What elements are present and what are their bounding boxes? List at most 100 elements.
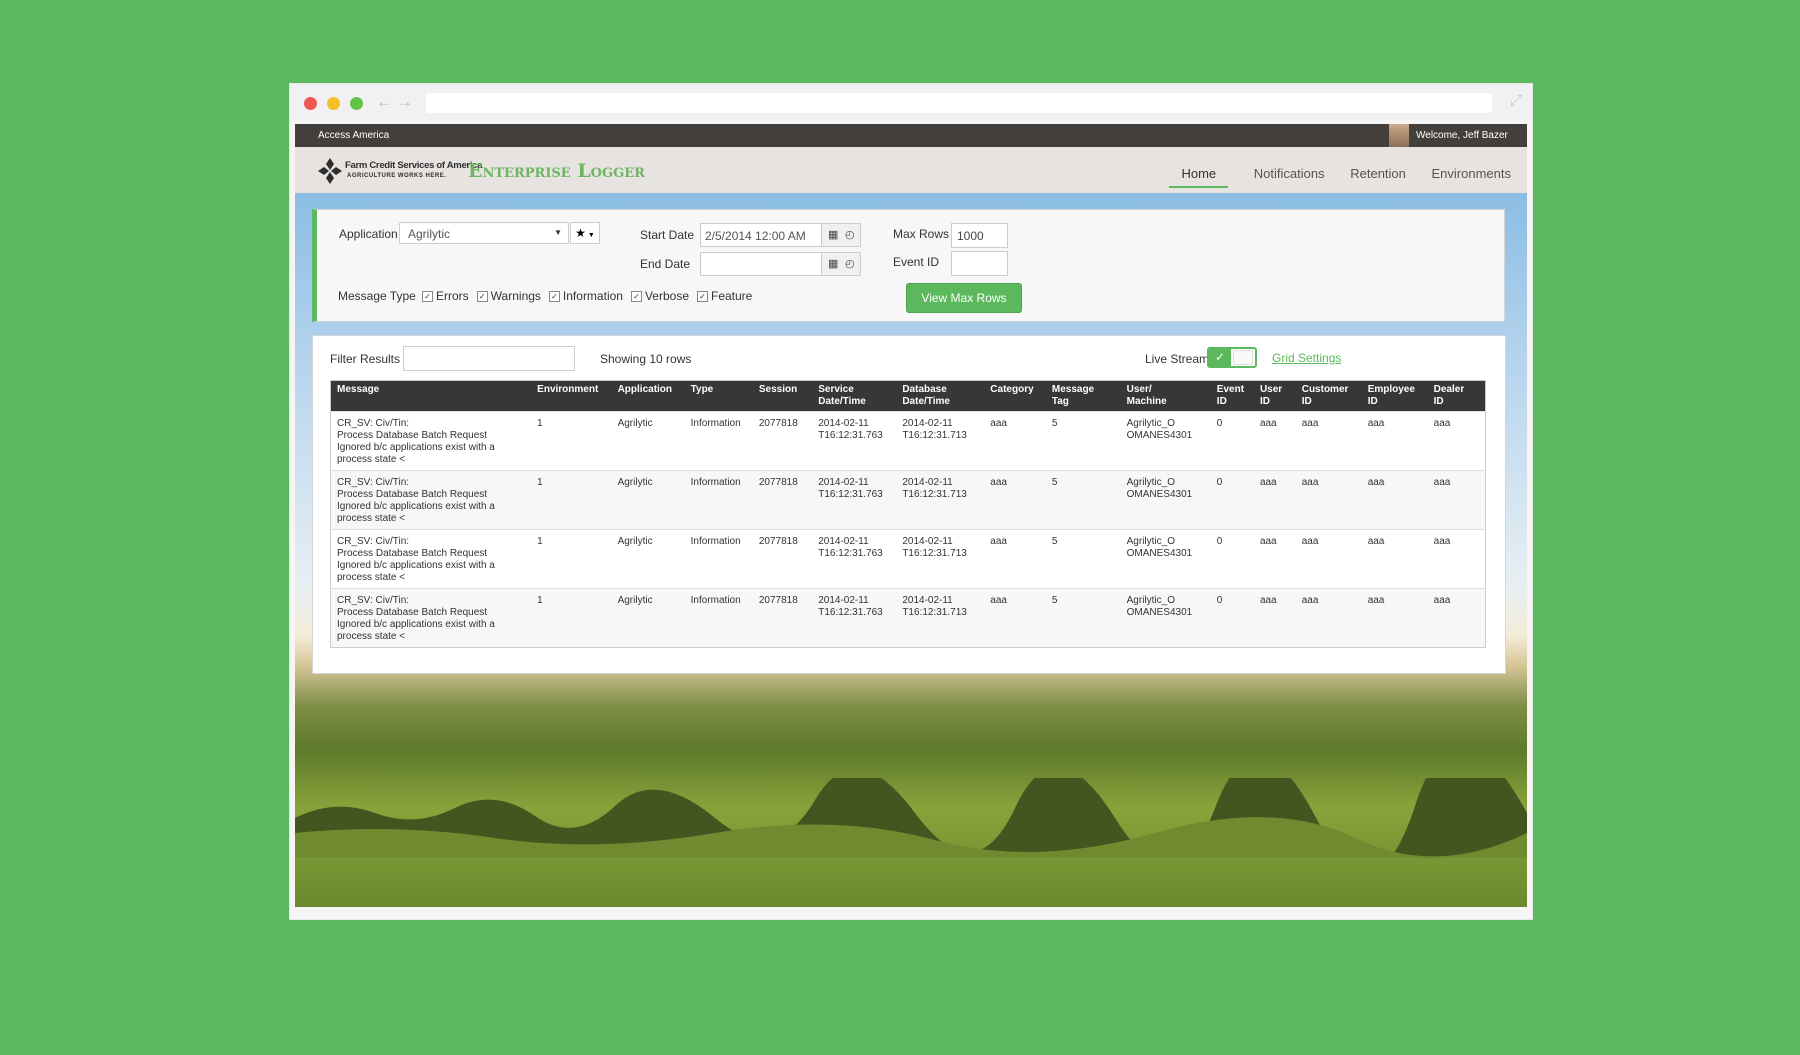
brand-link[interactable]: Access America — [318, 130, 389, 141]
column-type[interactable]: Type — [684, 380, 753, 412]
log-grid: Message Environment Application Type Ses… — [330, 380, 1486, 648]
feature-checkbox[interactable]: ✓ Feature — [697, 289, 752, 303]
cell-user-id: aaa — [1253, 588, 1296, 648]
expand-icon[interactable]: ⤢ — [1510, 92, 1522, 109]
column-customer-id[interactable]: Customer ID — [1295, 380, 1362, 412]
forward-arrow-icon[interactable]: → — [396, 92, 413, 112]
calendar-icon[interactable]: ▦ — [828, 257, 838, 270]
cell-type: Information — [684, 588, 753, 648]
cell-event-id: 0 — [1210, 588, 1254, 648]
cell-database-datetime: 2014-02-11 T16:12:31.713 — [896, 529, 985, 589]
clock-icon[interactable]: ◴ — [845, 257, 855, 270]
cell-category: aaa — [984, 470, 1046, 530]
column-application[interactable]: Application — [611, 380, 685, 412]
cell-message-tag: 5 — [1045, 411, 1121, 471]
application-select[interactable]: Agrilytic ▼ — [399, 222, 569, 244]
cell-dealer-id: aaa — [1427, 411, 1486, 471]
calendar-icon[interactable]: ▦ — [828, 228, 838, 241]
information-checkbox[interactable]: ✓ Information — [548, 289, 623, 303]
end-date-label: End Date — [640, 257, 691, 271]
event-id-input[interactable] — [951, 251, 1008, 276]
landscape-image — [295, 778, 1527, 858]
table-row[interactable]: CR_SV: Civ/Tin: Process Database Batch R… — [330, 411, 1486, 471]
live-stream-toggle[interactable]: ✓ — [1207, 347, 1257, 368]
nav-retention[interactable]: Retention — [1350, 166, 1406, 186]
cell-application: Agrilytic — [611, 411, 685, 471]
errors-checkbox[interactable]: ✓ Errors — [422, 289, 469, 303]
close-window-button[interactable] — [304, 97, 317, 110]
column-message[interactable]: Message — [330, 380, 532, 412]
grid-settings-link[interactable]: Grid Settings — [1272, 351, 1341, 365]
column-category[interactable]: Category — [984, 380, 1046, 412]
table-row[interactable]: CR_SV: Civ/Tin: Process Database Batch R… — [330, 529, 1486, 589]
column-dealer-id[interactable]: Dealer ID — [1427, 380, 1486, 412]
nav-notifications[interactable]: Notifications — [1254, 166, 1325, 186]
cell-database-datetime: 2014-02-11 T16:12:31.713 — [896, 588, 985, 648]
table-row[interactable]: CR_SV: Civ/Tin: Process Database Batch R… — [330, 588, 1486, 648]
filter-results-input[interactable] — [403, 346, 575, 371]
filter-results-label: Filter Results — [330, 352, 401, 366]
column-session[interactable]: Session — [752, 380, 813, 412]
maximize-window-button[interactable] — [350, 97, 363, 110]
logo-name: Farm Credit Services of America — [345, 160, 483, 171]
cell-employee-id: aaa — [1361, 470, 1428, 530]
back-arrow-icon[interactable]: ← — [376, 92, 393, 112]
cell-service-datetime: 2014-02-11 T16:12:31.763 — [812, 588, 897, 648]
cell-customer-id: aaa — [1295, 588, 1362, 648]
column-event-id[interactable]: Event ID — [1210, 380, 1254, 412]
cell-event-id: 0 — [1210, 529, 1254, 589]
cell-database-datetime: 2014-02-11 T16:12:31.713 — [896, 411, 985, 471]
cell-message: CR_SV: Civ/Tin: Process Database Batch R… — [330, 529, 532, 589]
chevron-down-icon: ▼ — [554, 228, 562, 237]
nav-home[interactable]: Home — [1169, 166, 1229, 188]
app-header: Farm Credit Services of America AGRICULT… — [295, 147, 1527, 193]
cell-service-datetime: 2014-02-11 T16:12:31.763 — [812, 411, 897, 471]
cell-message-tag: 5 — [1045, 529, 1121, 589]
cell-dealer-id: aaa — [1427, 529, 1486, 589]
column-environment[interactable]: Environment — [531, 380, 612, 412]
cell-session: 2077818 — [752, 470, 813, 530]
cell-user-machine: Agrilytic_O OMANES4301 — [1120, 470, 1211, 530]
end-date-pickers: ▦ ◴ — [821, 252, 861, 276]
search-panel: Application Agrilytic ▼ ★ ▼ Start Date 2… — [312, 209, 1505, 322]
warnings-checkbox[interactable]: ✓ Warnings — [476, 289, 541, 303]
favorites-button[interactable]: ★ ▼ — [570, 222, 600, 244]
minimize-window-button[interactable] — [327, 97, 340, 110]
logo-mark-icon — [318, 158, 342, 184]
column-service-datetime[interactable]: Service Date/Time — [812, 380, 897, 412]
main-nav: Home Notifications Retention Environment… — [1169, 166, 1511, 188]
max-rows-input[interactable]: 1000 — [951, 223, 1008, 248]
cell-environment: 1 — [531, 470, 612, 530]
message-type-label: Message Type — [338, 289, 416, 303]
cell-user-id: aaa — [1253, 470, 1296, 530]
results-panel: Filter Results Showing 10 rows Live Stre… — [312, 335, 1506, 674]
cell-message: CR_SV: Civ/Tin: Process Database Batch R… — [330, 470, 532, 530]
cell-database-datetime: 2014-02-11 T16:12:31.713 — [896, 470, 985, 530]
column-user-id[interactable]: User ID — [1253, 380, 1296, 412]
cell-category: aaa — [984, 588, 1046, 648]
nav-environments[interactable]: Environments — [1432, 166, 1511, 186]
cell-employee-id: aaa — [1361, 411, 1428, 471]
clock-icon[interactable]: ◴ — [845, 228, 855, 241]
column-message-tag[interactable]: Message Tag — [1045, 380, 1121, 412]
address-bar[interactable] — [426, 93, 1492, 113]
table-row[interactable]: CR_SV: Civ/Tin: Process Database Batch R… — [330, 470, 1486, 530]
column-employee-id[interactable]: Employee ID — [1361, 380, 1428, 412]
top-bar: Access America Welcome, Jeff Bazer — [295, 124, 1527, 147]
cell-category: aaa — [984, 529, 1046, 589]
cell-user-machine: Agrilytic_O OMANES4301 — [1120, 588, 1211, 648]
cell-application: Agrilytic — [611, 470, 685, 530]
avatar[interactable] — [1389, 124, 1409, 147]
max-rows-label: Max Rows — [893, 227, 950, 241]
cell-environment: 1 — [531, 588, 612, 648]
start-date-input[interactable]: 2/5/2014 12:00 AM — [700, 223, 822, 247]
verbose-checkbox[interactable]: ✓ Verbose — [630, 289, 689, 303]
company-logo[interactable]: Farm Credit Services of America AGRICULT… — [317, 157, 482, 185]
logo-tagline: AGRICULTURE WORKS HERE. — [347, 173, 447, 179]
column-user-machine[interactable]: User/ Machine — [1120, 380, 1211, 412]
view-max-rows-button[interactable]: View Max Rows — [906, 283, 1022, 313]
start-date-label: Start Date — [640, 228, 695, 242]
check-icon: ✓ — [1209, 349, 1231, 366]
end-date-input[interactable] — [700, 252, 822, 276]
column-database-datetime[interactable]: Database Date/Time — [896, 380, 985, 412]
